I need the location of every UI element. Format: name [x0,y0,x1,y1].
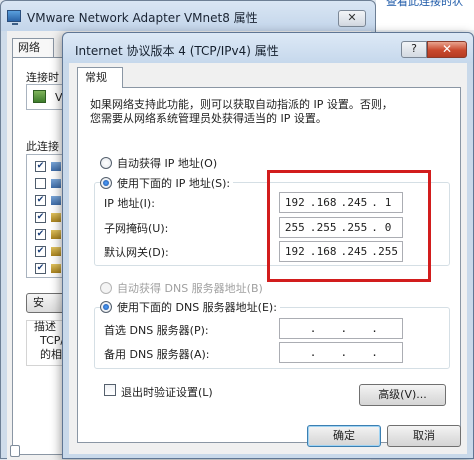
dns-auto-option: 自动获得 DNS 服务器地址(B) [100,280,263,296]
component-checkbox[interactable]: ✔ [35,195,46,206]
background-help-area: 查看此连接的状 [376,0,474,30]
validate-label: 退出时验证设置(L) [121,386,213,399]
tab-networking[interactable]: 网络 [12,38,54,58]
dns-auto-label: 自动获得 DNS 服务器地址(B) [117,282,263,295]
component-checkbox[interactable] [35,178,46,189]
advanced-button[interactable]: 高级(V)... [359,384,446,406]
component-icon [51,162,61,171]
component-checkbox[interactable]: ✔ [35,161,46,172]
cancel-button[interactable]: 取消 [387,425,461,447]
preferred-dns-field[interactable]: . . . [279,318,403,339]
ok-button[interactable]: 确定 [307,425,381,447]
ip-manual-label: 使用下面的 IP 地址(S): [117,177,231,190]
subnet-mask-label: 子网掩码(U): [104,222,169,235]
close-button[interactable]: ✕ [427,41,467,58]
background-close-button[interactable]: ✕ [338,10,366,27]
tab-general[interactable]: 常规 [77,67,123,88]
dns-manual-label: 使用下面的 DNS 服务器地址(E): [117,301,277,314]
dialog-title: Internet 协议版本 4 (TCP/IPv4) 属性 [75,44,279,58]
dialog-description: 如果网络支持此功能，则可以获取自动指派的 IP 设置。否则， 您需要从网络系统管… [90,98,420,126]
highlight-frame [267,170,431,282]
ip-manual-option[interactable]: 使用下面的 IP 地址(S): [100,175,234,191]
alternate-dns-field[interactable]: . . . [279,342,403,363]
description-line-1: 如果网络支持此功能，则可以获取自动指派的 IP 设置。否则， [90,98,393,111]
ip-auto-radio[interactable] [100,157,112,169]
description-line-2: 您需要从网络系统管理员处获得适当的 IP 设置。 [90,112,327,125]
components-label: 此连接 [26,140,59,153]
ip-auto-option[interactable]: 自动获得 IP 地址(O) [100,155,217,171]
dialog-title-bar[interactable]: Internet 协议版本 4 (TCP/IPv4) 属性 ? ✕ [63,33,473,63]
component-checkbox[interactable]: ✔ [35,212,46,223]
component-checkbox[interactable]: ✔ [35,263,46,274]
component-icon [51,196,61,205]
network-card-icon [33,90,46,103]
component-icon [51,179,61,188]
component-icon [51,264,61,273]
dns-manual-option[interactable]: 使用下面的 DNS 服务器地址(E): [100,299,280,315]
component-icon [51,213,61,222]
network-adapter-icon [7,10,21,25]
validate-checkbox[interactable] [104,384,116,396]
component-icon [51,230,61,239]
alternate-dns-label: 备用 DNS 服务器(A): [104,348,210,361]
description-label: 描述 [34,320,56,333]
ip-manual-radio[interactable] [100,177,112,189]
component-icon [51,247,61,256]
background-window-title: VMware Network Adapter VMnet8 属性 [27,11,258,25]
ip-address-label: IP 地址(I): [104,197,155,210]
background-title-bar[interactable]: VMware Network Adapter VMnet8 属性 ✕ [1,1,375,31]
component-checkbox[interactable]: ✔ [35,229,46,240]
dns-manual-radio[interactable] [100,301,112,313]
component-checkbox[interactable]: ✔ [35,246,46,257]
ip-auto-label: 自动获得 IP 地址(O) [117,157,218,170]
help-button[interactable]: ? [401,41,427,58]
dns-auto-radio [100,282,112,294]
description-line-2: 的相 [40,348,62,361]
preferred-dns-label: 首选 DNS 服务器(P): [104,324,209,337]
gateway-label: 默认网关(D): [104,246,169,259]
connect-using-label: 连接时 [26,71,59,84]
help-icon [10,445,20,457]
view-status-link[interactable]: 查看此连接的状 [386,0,463,9]
